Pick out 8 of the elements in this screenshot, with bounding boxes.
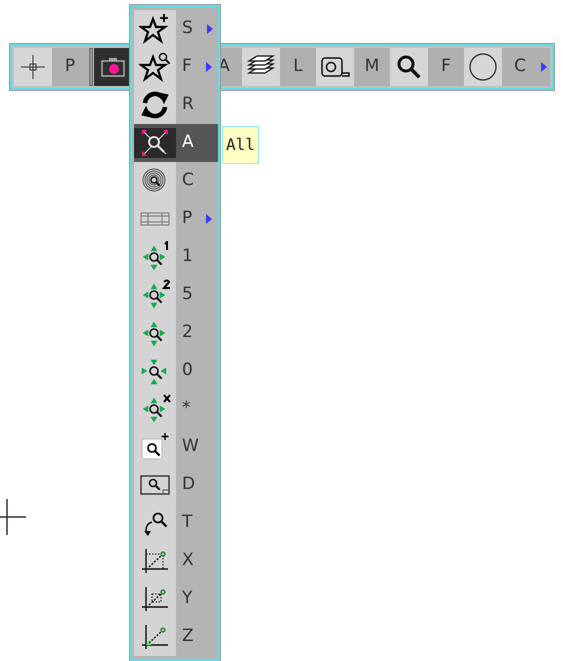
- toolbar-grip[interactable]: [89, 48, 93, 86]
- menu-item[interactable]: A: [134, 124, 218, 162]
- refresh-icon: [139, 89, 171, 121]
- star-plus-icon: [139, 13, 171, 45]
- star-magnifier-icon: [139, 51, 171, 83]
- zoom-extents-icon: [139, 127, 171, 159]
- crosshair-cursor-icon: [0, 499, 26, 535]
- tooltip: All: [222, 126, 259, 164]
